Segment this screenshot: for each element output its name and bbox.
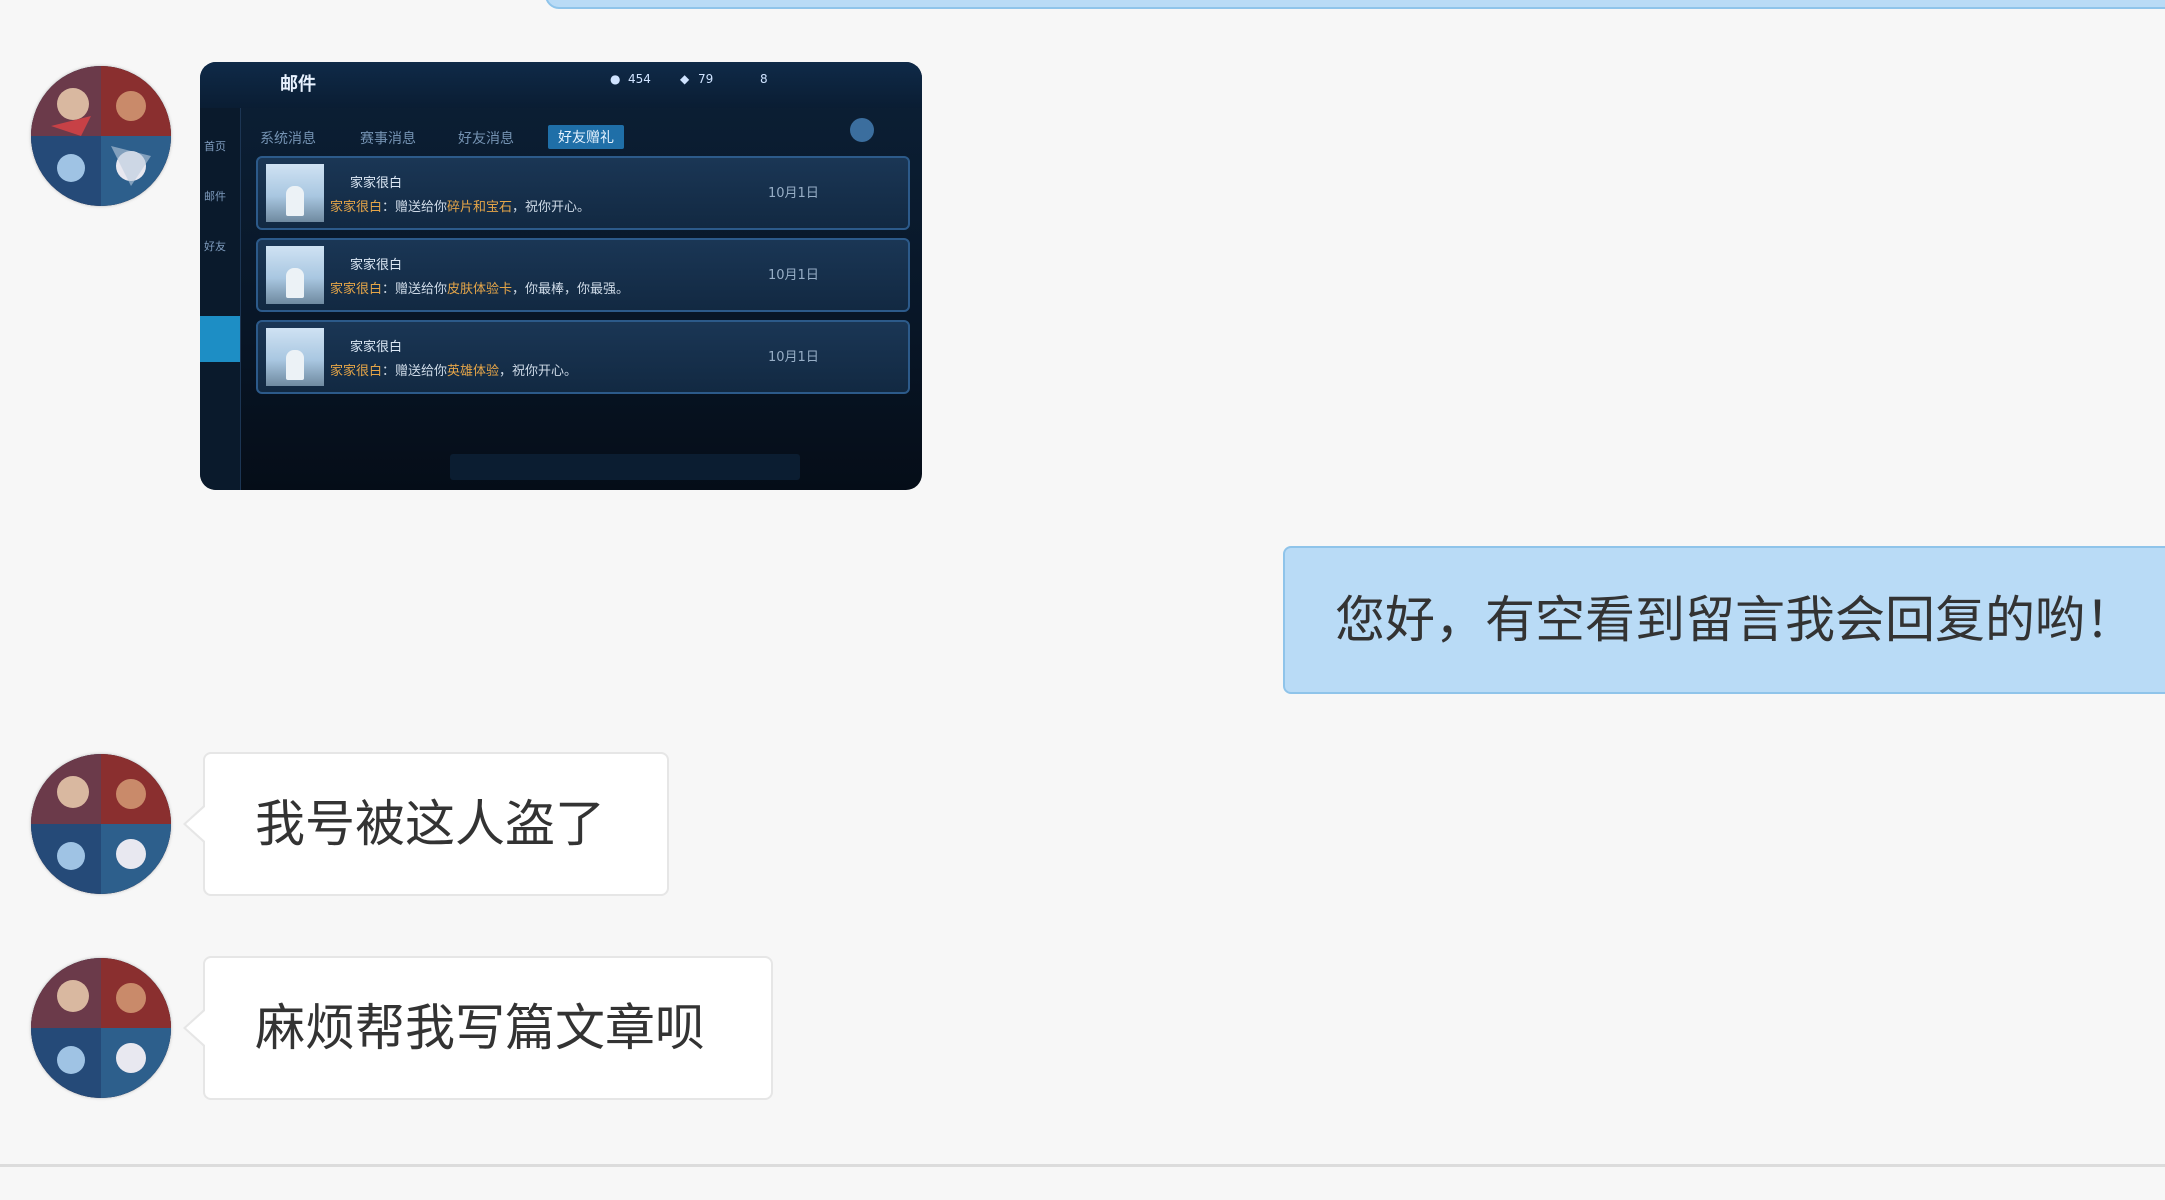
mail-message: 家家很白：赠送给你碎片和宝石，祝你开心。 (330, 196, 590, 215)
game-sidebar-item: 好友 (204, 240, 226, 253)
game-mail-row: 家家很白 家家很白：赠送给你英雄体验，祝你开心。 10月1日 (256, 320, 910, 394)
mail-message: 家家很白：赠送给你皮肤体验卡，你最棒，你最强。 (330, 278, 629, 297)
mail-thumbnail (266, 328, 324, 386)
mail-sender: 家家很白 (350, 258, 403, 273)
resource-coin: 454 (628, 72, 651, 86)
previous-reply-bubble (545, 0, 2165, 9)
mail-msg-highlight: 碎片和宝石 (447, 200, 513, 215)
incoming-message-bubble[interactable]: 我号被这人盗了 (183, 752, 669, 896)
mail-sender: 家家很白 (350, 176, 403, 191)
game-tab: 系统消息 (260, 131, 316, 147)
game-mail-row: 家家很白 家家很白：赠送给你碎片和宝石，祝你开心。 10月1日 (256, 156, 910, 230)
avatar[interactable] (31, 754, 171, 894)
mail-msg-highlight: 英雄体验 (447, 364, 500, 379)
resource-other: 8 (760, 72, 768, 86)
mail-thumbnail (266, 164, 324, 222)
mail-thumbnail (266, 246, 324, 304)
incoming-message-bubble[interactable]: 麻烦帮我写篇文章呗 (183, 956, 773, 1100)
mail-msg-suffix: ，祝你开心。 (499, 364, 578, 379)
game-sidebar: 首页 邮件 好友 (200, 108, 241, 490)
divider (0, 1164, 2165, 1167)
avatar-image (31, 66, 171, 206)
mail-msg-mid: ：赠送给你 (382, 200, 448, 215)
mail-msg-mid: ：赠送给你 (382, 282, 448, 297)
game-sidebar-item: 首页 (204, 140, 226, 153)
mail-msg-prefix: 家家很白 (330, 364, 383, 379)
game-tab: 好友消息 (458, 131, 514, 147)
gear-icon (850, 118, 874, 142)
mail-date: 10月1日 (768, 350, 819, 365)
mail-date: 10月1日 (768, 186, 819, 201)
mail-msg-prefix: 家家很白 (330, 282, 383, 297)
coin-icon: ● (610, 72, 621, 86)
game-screenshot-image[interactable]: 邮件 ● 454 ◆ 79 8 首页 邮件 好友 系统消息 赛事消息 好友消息 … (200, 62, 922, 490)
diamond-icon: ◆ (680, 72, 690, 86)
mail-message: 家家很白：赠送给你英雄体验，祝你开心。 (330, 360, 577, 379)
avatar[interactable] (31, 66, 171, 206)
game-tab-active: 好友赠礼 (548, 125, 624, 149)
game-topbar: 邮件 ● 454 ◆ 79 8 (200, 62, 922, 108)
game-sidebar-item: 邮件 (204, 190, 226, 203)
mail-msg-highlight: 皮肤体验卡 (447, 282, 513, 297)
mail-msg-suffix: ，祝你开心。 (512, 200, 591, 215)
game-sidebar-active (200, 316, 240, 362)
mail-msg-prefix: 家家很白 (330, 200, 383, 215)
mail-msg-suffix: ，你最棒，你最强。 (512, 282, 630, 297)
mail-date: 10月1日 (768, 268, 819, 283)
avatar-image (31, 958, 171, 1098)
game-mail-row: 家家很白 家家很白：赠送给你皮肤体验卡，你最棒，你最强。 10月1日 (256, 238, 910, 312)
mail-msg-mid: ：赠送给你 (382, 364, 448, 379)
game-tab: 赛事消息 (360, 131, 416, 147)
avatar[interactable] (31, 958, 171, 1098)
mail-sender: 家家很白 (350, 340, 403, 355)
avatar-image (31, 754, 171, 894)
resource-diamond: 79 (698, 72, 714, 86)
game-bottom-bar (450, 454, 800, 480)
reply-message-bubble[interactable]: 您好，有空看到留言我会回复的哟！ (1283, 546, 2165, 694)
game-title: 邮件 (280, 74, 316, 95)
